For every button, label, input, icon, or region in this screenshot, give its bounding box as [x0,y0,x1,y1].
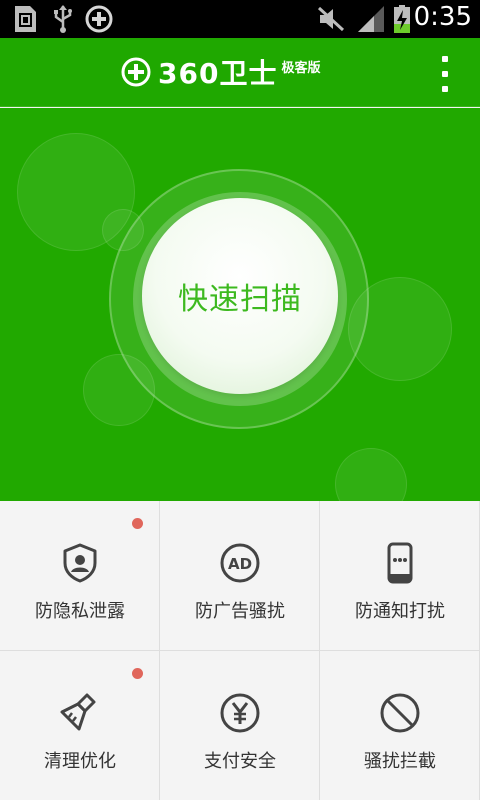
feature-label: 防广告骚扰 [195,601,285,622]
logo-subtitle: 极客版 [281,60,321,76]
decor-bubble [335,448,407,501]
more-vertical-icon[interactable] [436,56,454,92]
feature-payment-security[interactable]: 支付安全 [160,651,320,800]
mute-icon [317,6,345,32]
phone-notification-icon [387,542,413,584]
360-logo-icon [121,57,151,87]
feature-harass-block[interactable]: 骚扰拦截 [320,651,480,800]
block-icon [380,693,420,733]
broom-icon [60,693,96,731]
feature-privacy[interactable]: 防隐私泄露 [0,501,160,651]
feature-anti-ad[interactable]: AD 防广告骚扰 [160,501,320,651]
battery-charging-icon [394,5,410,33]
feature-label: 防隐私泄露 [35,601,125,622]
logo-title: 360卫士 [158,57,278,90]
usb-icon [54,5,72,33]
signal-icon [358,6,384,32]
svg-text:AD: AD [228,555,252,573]
app-header: 360卫士 极客版 [0,38,480,107]
app-logo: 360卫士 极客版 [120,54,320,90]
new-badge [132,668,143,679]
feature-label: 防通知打扰 [355,601,445,622]
ad-icon: AD [220,543,260,583]
feature-label: 支付安全 [204,751,276,772]
status-bar: 0:35 [0,0,480,38]
yen-icon [220,693,260,733]
sd-card-icon [15,6,36,32]
feature-notification-block[interactable]: 防通知打扰 [320,501,480,651]
quick-scan-button[interactable]: 快速扫描 [142,198,338,394]
feature-grid: 防隐私泄露 AD 防广告骚扰 防通知打扰 清理优化 支付安全 骚扰拦截 [0,501,480,800]
clock: 0:35 [413,2,472,32]
feature-cleanup[interactable]: 清理优化 [0,651,160,800]
privacy-shield-icon [63,543,97,583]
new-badge [132,518,143,529]
feature-label: 清理优化 [44,751,116,772]
quick-scan-label: 快速扫描 [178,282,302,317]
scan-hero: 快速扫描 [0,108,480,501]
360-shield-icon [85,5,113,33]
feature-label: 骚扰拦截 [364,751,436,772]
